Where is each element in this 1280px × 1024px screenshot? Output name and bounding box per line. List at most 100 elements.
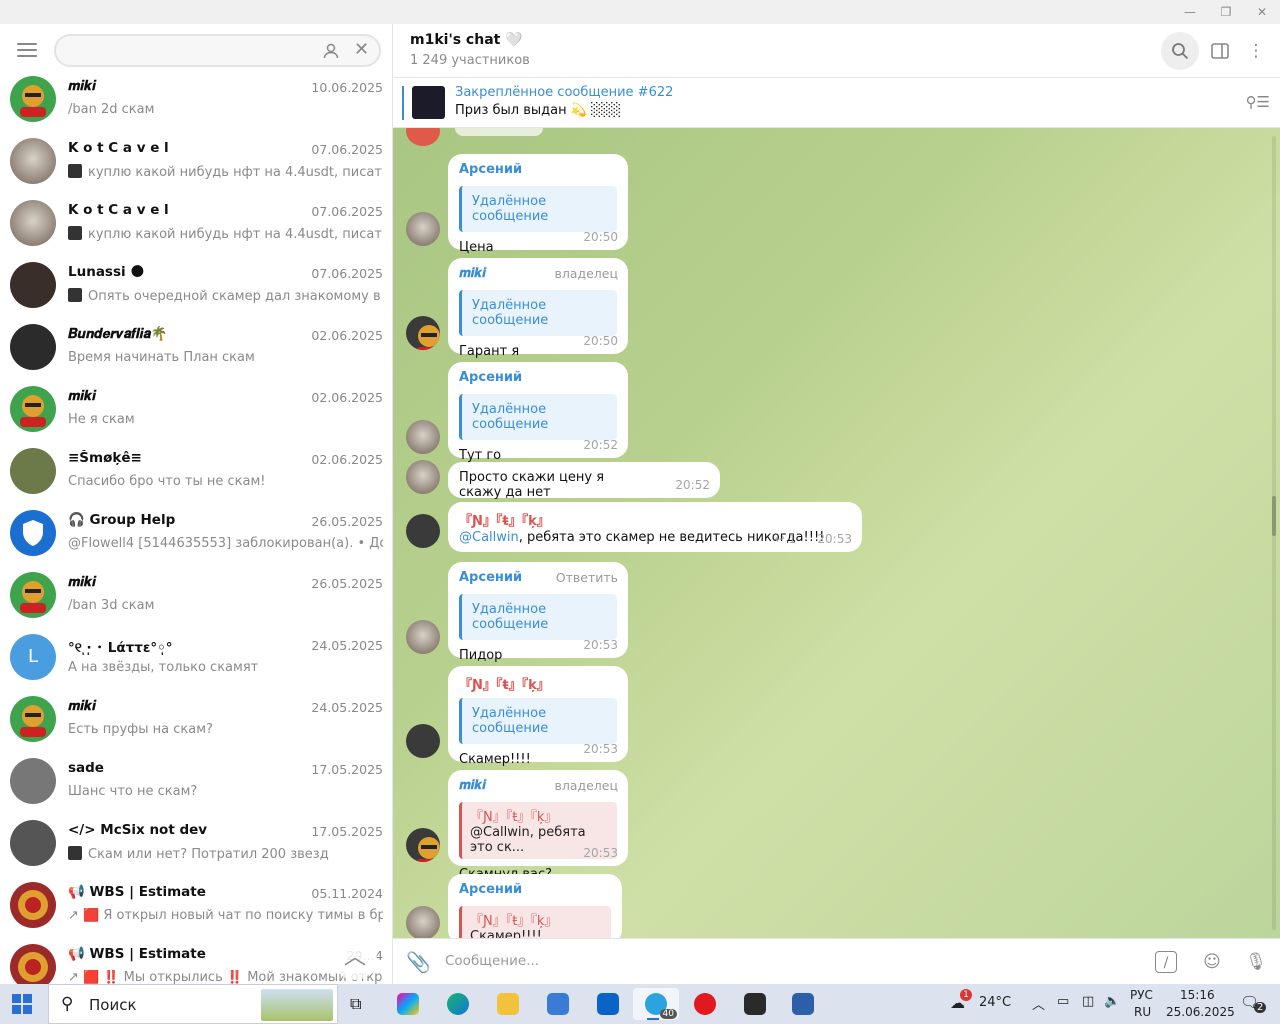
- chat-preview: Есть пруфы на скам?: [68, 722, 383, 737]
- clock[interactable]: 15:16 25.06.2025: [1166, 984, 1235, 1024]
- sidebar-toggle-button[interactable]: [1201, 32, 1239, 70]
- chat-list-item[interactable]: K o t C a v e l 07.06.2025 куплю какой н…: [0, 138, 392, 200]
- chat-list-item[interactable]: ≡Šmøķê≡ 02.06.2025 Спасибо бро что ты не…: [0, 448, 392, 510]
- chat-list-item[interactable]: 𝒎𝒊𝒌𝒊 02.06.2025 Не я скам: [0, 386, 392, 448]
- message-author[interactable]: Арсений: [459, 882, 611, 900]
- telegram-app[interactable]: 40: [633, 988, 679, 1020]
- user-filter-icon[interactable]: [322, 42, 340, 60]
- scroll-up-button[interactable]: ︿: [333, 936, 377, 980]
- chat-preview-text: /ban 3d скам: [68, 598, 155, 613]
- store-app[interactable]: [538, 988, 578, 1020]
- commands-icon[interactable]: /: [1155, 951, 1177, 973]
- chat-list-item[interactable]: 𝒎𝒊𝒌𝒊 24.05.2025 Есть пруфы на скам?: [0, 696, 392, 758]
- language-indicator[interactable]: РУС RU: [1130, 984, 1160, 1024]
- opera-app[interactable]: [685, 988, 725, 1020]
- reply-quote[interactable]: Удалённое сообщение: [459, 394, 617, 440]
- search-button[interactable]: [1161, 32, 1199, 70]
- chat-list-item[interactable]: </> McSix not dev 17.05.2025 Скам или не…: [0, 820, 392, 882]
- window-titlebar: — ❐ ✕: [0, 0, 1280, 24]
- reply-count[interactable]: ↩ 1: [774, 532, 796, 546]
- task-view-button[interactable]: ⧉: [338, 988, 378, 1020]
- notifications-button[interactable]: 🗨 2: [1236, 984, 1272, 1024]
- explorer-app[interactable]: [488, 988, 528, 1020]
- edge-app[interactable]: [438, 988, 478, 1020]
- scrollbar[interactable]: [1272, 136, 1276, 930]
- message-bubble[interactable]: 𝒎𝒊𝒌𝒊 владелец Удалённое сообщение Гарант я2…: [448, 258, 628, 359]
- reply-quote[interactable]: Удалённое сообщение: [459, 698, 617, 744]
- reply-quote[interactable]: Удалённое сообщение: [459, 186, 617, 232]
- message-bubble[interactable]: Арсений Удалённое сообщение Цена 20:50: [448, 154, 628, 255]
- telegram-badge: 40: [659, 1009, 677, 1019]
- sender-avatar[interactable]: [406, 906, 440, 938]
- message-author[interactable]: Арсений: [459, 162, 617, 180]
- message-author[interactable]: Арсений: [459, 370, 617, 388]
- chat-preview-text: ↗ 🟥 ‼️ Мы открылись ‼️ Мой знакомый откр…: [68, 970, 383, 984]
- sender-avatar[interactable]: [406, 316, 440, 350]
- reply-quote[interactable]: Удалённое сообщение: [459, 594, 617, 640]
- message-bubble[interactable]: Арсений Удалённое сообщение Тут го 20:52: [448, 362, 628, 463]
- chat-list-item[interactable]: 𝑩𝒖𝒏𝒅𝒆𝒓𝒗𝒂𝒇𝒍𝒊𝒂🌴 02.06.2025 Время начинать …: [0, 324, 392, 386]
- outlook-app[interactable]: [588, 988, 628, 1020]
- mention-link[interactable]: @Callwin: [459, 530, 519, 545]
- chat-preview: Опять очередной скамер дал знакомому в д…: [68, 288, 383, 304]
- more-options-button[interactable]: ⋮: [1237, 32, 1275, 70]
- close-button[interactable]: ✕: [1250, 3, 1274, 21]
- chat-list-item[interactable]: 🎧 Group Help 26.05.2025 @Flowell4 [51446…: [0, 510, 392, 572]
- sender-avatar[interactable]: [406, 212, 440, 246]
- search-input[interactable]: [68, 40, 308, 62]
- clear-search-icon[interactable]: ✕: [354, 41, 372, 59]
- chat-preview-text: А на звёзды, только скамят: [68, 660, 259, 675]
- chat-list-item[interactable]: L °୧ ̩·̩ ･ Lάττε°◦̩° 24.05.2025 А на звё…: [0, 634, 392, 696]
- pinned-list-icon[interactable]: ⚲☰: [1246, 93, 1270, 111]
- taskbar-search[interactable]: ⚲ Поиск: [48, 984, 338, 1024]
- chat-list-item[interactable]: K o t C a v e l 07.06.2025 куплю какой н…: [0, 200, 392, 262]
- message-bubble[interactable]: Арсений 『Ɲ』『ŧ』『ķ』 Скамер!!!!: [448, 874, 622, 938]
- attach-icon[interactable]: 📎: [406, 950, 431, 974]
- chat-list-item[interactable]: Lunassi 🌑 07.06.2025 Опять очередной ска…: [0, 262, 392, 324]
- chat-preview-text: Шанс что не скам?: [68, 784, 198, 799]
- avatar: [10, 324, 56, 370]
- microphone-icon[interactable]: 🎙: [1243, 949, 1269, 975]
- message-bubble[interactable]: Просто скажи цену я скажу да нет 20:52: [448, 462, 720, 500]
- maximize-button[interactable]: ❐: [1214, 3, 1238, 21]
- weather-widget[interactable]: ☁ 1 24°C: [946, 984, 1016, 1024]
- reply-quote[interactable]: 『Ɲ』『ŧ』『ķ』 Скамер!!!!: [459, 906, 611, 938]
- search-box[interactable]: ✕: [54, 34, 381, 67]
- message-input[interactable]: Сообщение...: [445, 953, 539, 969]
- sender-avatar[interactable]: [406, 828, 440, 862]
- chat-list-item[interactable]: 𝒎𝒊𝒌𝒊 10.06.2025 /ban 2d скам: [0, 76, 392, 138]
- reply-quote[interactable]: Удалённое сообщение: [459, 290, 617, 336]
- pinned-indicator: [402, 86, 404, 120]
- message-bubble[interactable]: 『Ɲ』『ŧ』『ķ』 @Callwin, ребята это скамер не …: [448, 502, 862, 552]
- chat-list-item[interactable]: sade 17.05.2025 Шанс что не скам?: [0, 758, 392, 820]
- sender-avatar[interactable]: [406, 724, 440, 758]
- message-bubble[interactable]: 『Ɲ』『ŧ』『ķ』 Удалённое сообщение Скамер!!!! 20…: [448, 666, 628, 767]
- sender-avatar[interactable]: [406, 620, 440, 654]
- message-author[interactable]: 『Ɲ』『ŧ』『ķ』: [459, 510, 851, 529]
- copilot-app[interactable]: [388, 988, 428, 1020]
- display-icon: ◫: [1082, 994, 1095, 1009]
- clock-time: 15:16: [1180, 988, 1215, 1002]
- sender-avatar[interactable]: [406, 514, 440, 548]
- chat-date: 02.06.2025: [311, 452, 383, 467]
- message-bubble[interactable]: 𝒎𝒊𝒌𝒊 владелец 『Ɲ』『ŧ』『ķ』 @Callwin, ребята эт…: [448, 770, 628, 882]
- pinned-message[interactable]: Закреплённое сообщение #622 Приз был выд…: [393, 78, 1280, 128]
- minimize-button[interactable]: —: [1178, 3, 1202, 21]
- word-app[interactable]: [783, 988, 823, 1020]
- message-author[interactable]: 『Ɲ』『ŧ』『ķ』: [459, 674, 617, 693]
- sender-avatar[interactable]: [406, 420, 440, 454]
- chat-list-item[interactable]: 𝒎𝒊𝒌𝒊 26.05.2025 /ban 3d скам: [0, 572, 392, 634]
- avatar: [10, 76, 56, 122]
- chevron-up-icon[interactable]: ︿: [1032, 994, 1045, 1013]
- game-app[interactable]: [735, 988, 775, 1020]
- start-button[interactable]: [12, 994, 32, 1014]
- emoji-icon[interactable]: ☺: [1199, 949, 1225, 975]
- chat-list-item[interactable]: 📢 WBS | Estimate 05.11.2024 ↗ 🟥 Я открыл…: [0, 882, 392, 944]
- menu-icon[interactable]: [17, 43, 37, 57]
- chat-name: </> McSix not dev: [68, 822, 208, 838]
- chat-preview: Не я скам: [68, 412, 383, 427]
- sender-avatar[interactable]: [406, 460, 440, 494]
- chat-title[interactable]: m1ki's chat 🤍: [410, 32, 523, 48]
- system-tray[interactable]: ︿ ▭ ◫ 🔈: [1032, 984, 1122, 1024]
- message-bubble[interactable]: Арсений Ответить Удалённое сообщение Пидор 2…: [448, 562, 628, 663]
